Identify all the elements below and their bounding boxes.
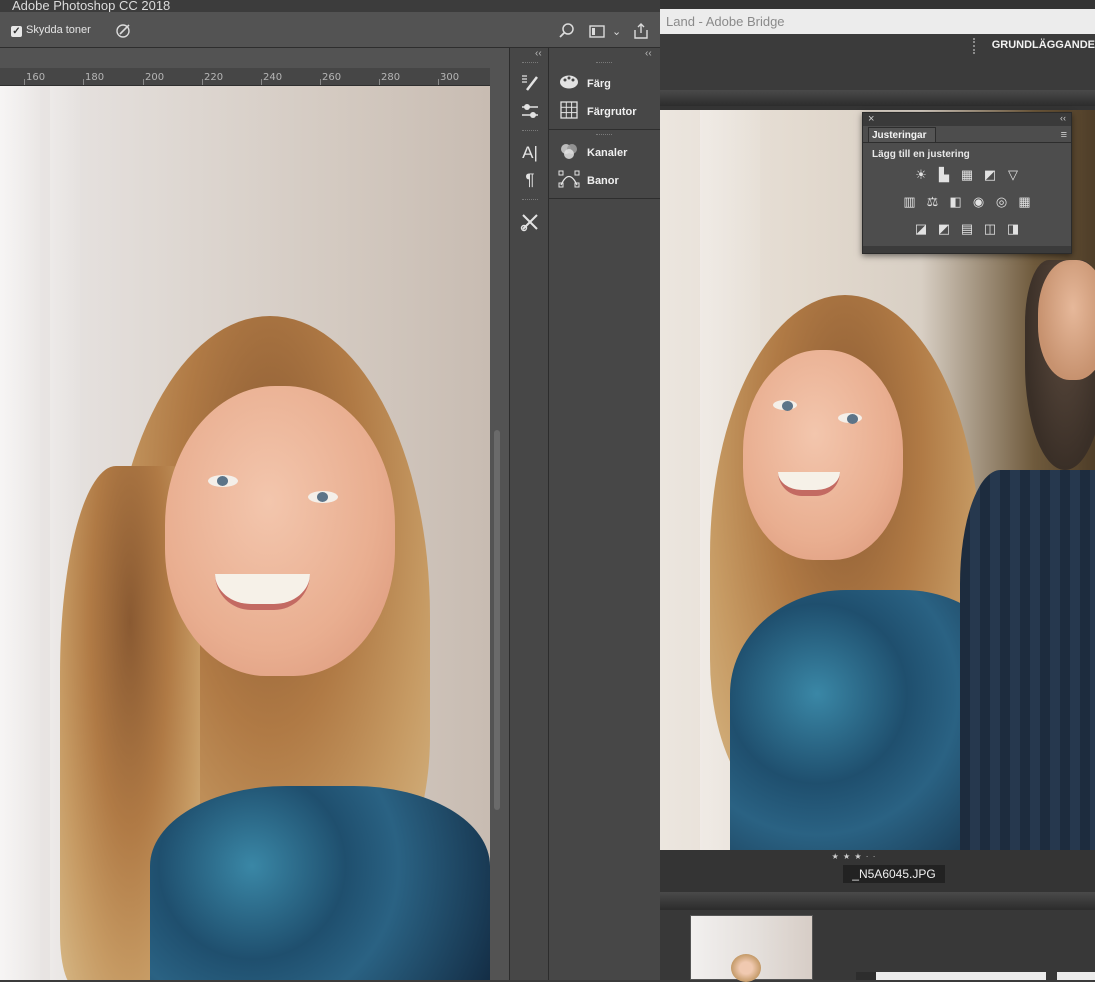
workspace-essentials-tab[interactable]: GRUNDLÄGGANDE bbox=[992, 39, 1095, 51]
brightness-icon[interactable]: ☀ bbox=[913, 166, 930, 183]
color-balance-icon[interactable]: ⚖ bbox=[924, 193, 941, 210]
filmstrip-bar bbox=[660, 892, 1095, 910]
horizontal-ruler: 160 180 200 220 240 260 280 300 bbox=[0, 68, 490, 86]
bridge-window: Land - Adobe Bridge GRUNDLÄGGANDE × ‹‹ J… bbox=[660, 0, 1095, 982]
ruler-tick: 220 bbox=[204, 72, 224, 83]
panel-label: Kanaler bbox=[587, 147, 628, 159]
color-palette-icon bbox=[558, 74, 580, 94]
paths-icon bbox=[558, 170, 580, 192]
paragraph-icon[interactable]: ¶ bbox=[519, 169, 541, 191]
thumbnail[interactable] bbox=[690, 915, 813, 982]
thumbnail[interactable] bbox=[856, 972, 1046, 980]
chevron-down-icon[interactable]: ⌄ bbox=[612, 25, 621, 38]
photo-filter-icon[interactable]: ◉ bbox=[970, 193, 987, 210]
ruler-tick: 180 bbox=[85, 72, 105, 83]
ruler-tick: 300 bbox=[440, 72, 460, 83]
threshold-icon[interactable]: ▤ bbox=[959, 220, 976, 237]
workspace-icon[interactable] bbox=[588, 22, 606, 45]
character-icon[interactable]: A| bbox=[519, 142, 541, 164]
protect-tones-label: Skydda toner bbox=[26, 24, 91, 36]
document-canvas[interactable] bbox=[0, 86, 490, 980]
share-icon[interactable] bbox=[632, 22, 650, 45]
panel-label: Färg bbox=[587, 78, 611, 90]
panel-channels[interactable]: Kanaler bbox=[558, 143, 627, 163]
ruler-tick: 160 bbox=[26, 72, 46, 83]
vibrance-icon[interactable]: ▽ bbox=[1005, 166, 1022, 183]
selective-color-icon[interactable]: ◫ bbox=[982, 220, 999, 237]
collapse-icon[interactable]: ‹‹ bbox=[645, 48, 652, 59]
brush-presets-icon[interactable] bbox=[519, 72, 541, 94]
collapse-icon[interactable]: ‹‹ bbox=[1060, 113, 1066, 123]
ruler-tick: 260 bbox=[322, 72, 342, 83]
protect-tones-checkbox[interactable]: ✓ bbox=[11, 26, 22, 37]
swatches-grid-icon bbox=[558, 101, 580, 123]
thumbnail[interactable] bbox=[1057, 972, 1095, 980]
adjustment-row-3: ◪ ◩ ▤ ◫ ◨ bbox=[863, 220, 1071, 237]
canvas-scrollbar[interactable] bbox=[494, 430, 500, 810]
gradient-map-icon[interactable]: ◨ bbox=[1005, 220, 1022, 237]
filmstrip bbox=[660, 910, 1095, 982]
brush-pressure-icon[interactable] bbox=[114, 22, 132, 45]
bridge-title: Land - Adobe Bridge bbox=[660, 9, 1095, 34]
search-icon[interactable] bbox=[558, 22, 576, 45]
filename-label[interactable]: _N5A6045.JPG bbox=[843, 865, 945, 883]
channels-icon bbox=[558, 142, 580, 164]
ruler-tick: 200 bbox=[145, 72, 165, 83]
color-lookup-icon[interactable]: ▦ bbox=[1016, 193, 1033, 210]
options-bar: ✓ Skydda toner ⌄ bbox=[0, 14, 660, 48]
levels-icon[interactable]: ▙ bbox=[936, 166, 953, 183]
exposure-icon[interactable]: ◩ bbox=[982, 166, 999, 183]
black-white-icon[interactable]: ◧ bbox=[947, 193, 964, 210]
rating-stars[interactable]: ★ ★ ★ · · bbox=[660, 852, 1095, 861]
adjustments-tab[interactable]: Justeringar bbox=[868, 127, 936, 143]
add-adjustment-label: Lägg till en justering bbox=[872, 149, 970, 160]
tools-icon[interactable] bbox=[519, 211, 541, 233]
ruler-tick: 240 bbox=[263, 72, 283, 83]
panel-swatches[interactable]: Färgrutor bbox=[558, 101, 637, 123]
bridge-workspace-bar: GRUNDLÄGGANDE bbox=[660, 34, 1095, 90]
panel-icon-strip: ‹‹ A| ¶ bbox=[509, 48, 549, 980]
panels-dock: ‹‹ Färg Färgrutor Kanaler Banor bbox=[549, 48, 660, 980]
posterize-icon[interactable]: ◩ bbox=[936, 220, 953, 237]
ruler-tick: 280 bbox=[381, 72, 401, 83]
adjustments-panel: × ‹‹ Justeringar ≡ Lägg till en justerin… bbox=[862, 112, 1072, 254]
invert-icon[interactable]: ◪ bbox=[913, 220, 930, 237]
bridge-panel-bar bbox=[660, 90, 1095, 106]
photoshop-window: Adobe Photoshop CC 2018 ✓ Skydda toner ⌄… bbox=[0, 0, 660, 980]
photoshop-title: Adobe Photoshop CC 2018 bbox=[0, 0, 660, 12]
collapse-icon[interactable]: ‹‹ bbox=[535, 48, 542, 59]
channel-mixer-icon[interactable]: ◎ bbox=[993, 193, 1010, 210]
panel-paths[interactable]: Banor bbox=[558, 170, 619, 192]
curves-icon[interactable]: ▦ bbox=[959, 166, 976, 183]
panel-color[interactable]: Färg bbox=[558, 74, 611, 94]
panel-label: Banor bbox=[587, 175, 619, 187]
close-icon[interactable]: × bbox=[868, 113, 874, 125]
hue-saturation-icon[interactable]: ▥ bbox=[901, 193, 918, 210]
panel-menu-icon[interactable]: ≡ bbox=[1061, 129, 1067, 141]
adjustments-icon[interactable] bbox=[519, 100, 541, 122]
adjustment-row-2: ▥ ⚖ ◧ ◉ ◎ ▦ bbox=[863, 193, 1071, 210]
panel-label: Färgrutor bbox=[587, 106, 637, 118]
adjustment-row-1: ☀ ▙ ▦ ◩ ▽ bbox=[863, 166, 1071, 183]
